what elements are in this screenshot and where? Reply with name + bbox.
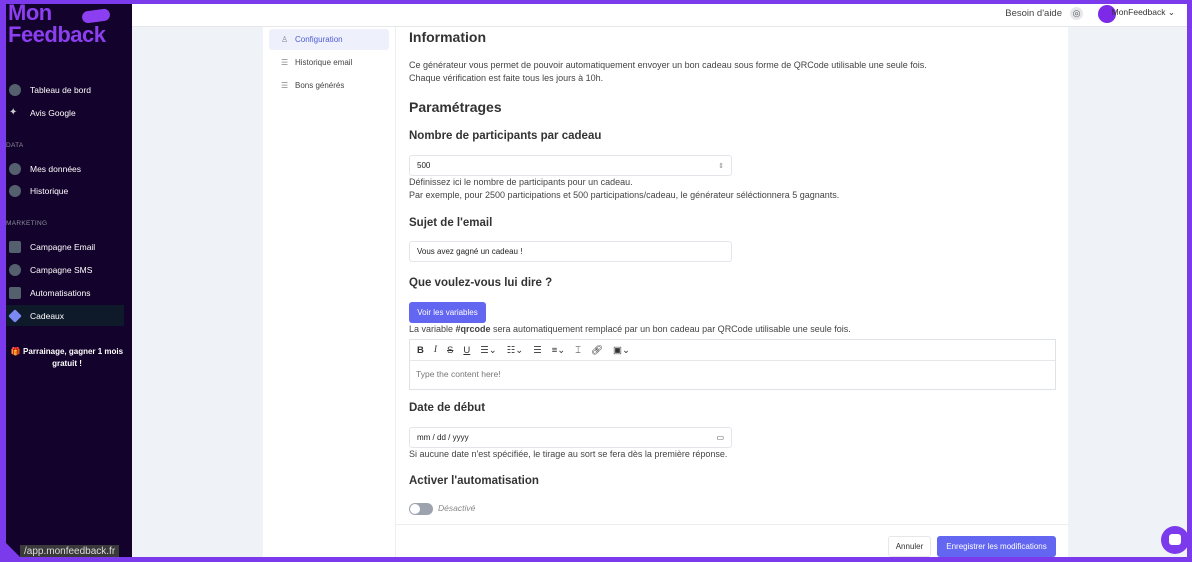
participants-input[interactable]: 500 ⇕ (409, 155, 732, 176)
save-button[interactable]: Enregistrer les modifications (937, 536, 1056, 557)
status-url: /app.monfeedback.fr (20, 545, 120, 557)
message-label: Que voulez-vous lui dire ? (409, 277, 553, 289)
dashboard-icon (9, 83, 21, 96)
bold-icon[interactable]: B (417, 345, 424, 356)
help-link[interactable]: Besoin d'aide (1005, 8, 1062, 19)
participants-label: Nombre de participants par cadeau (409, 130, 602, 142)
corner-decoration (6, 543, 20, 557)
start-date-input[interactable]: mm / dd / yyyy ▭ (409, 427, 732, 448)
date-label: Date de début (409, 402, 486, 414)
sidebar-item-campagne-email[interactable]: Campagne Email (6, 236, 124, 257)
logo-bubble-icon (81, 8, 111, 24)
strikethrough-icon[interactable]: S (447, 345, 453, 356)
underline-icon[interactable]: U (463, 345, 470, 356)
activate-label: Activer l'automatisation (409, 475, 539, 487)
settings-title: Paramétrages (409, 99, 502, 115)
section-data: DATA (6, 142, 24, 149)
toggle-state: Désactivé (438, 503, 476, 513)
sidebar-item-mes-donnees[interactable]: Mes données (6, 158, 124, 179)
tab-configuration[interactable]: ♙ Configuration (269, 29, 389, 50)
bullet-list-icon[interactable]: ☰⌄ (480, 345, 496, 356)
sms-icon (9, 263, 21, 276)
italic-icon[interactable]: I (434, 345, 437, 355)
data-icon (9, 162, 21, 175)
gift-layers-icon (8, 308, 22, 323)
sidebar-item-cadeaux[interactable]: Cadeaux (6, 305, 124, 326)
participants-help: Définissez ici le nombre de participants… (409, 177, 840, 200)
chat-button[interactable] (1161, 526, 1187, 554)
sparkle-icon: ✦ (9, 106, 18, 118)
sidebar-item-dashboard[interactable]: Tableau de bord (6, 79, 124, 100)
variable-hint: La variable #qrcode sera automatiquement… (409, 324, 851, 334)
stepper-icon[interactable]: ⇕ (718, 162, 724, 170)
list-icon: ☰ (281, 58, 289, 67)
topbar: Besoin d'aide ◎ MonFeedback ⌄ (132, 4, 1187, 27)
sidebar-item-campagne-sms[interactable]: Campagne SMS (6, 259, 124, 280)
align-icon[interactable]: ≡⌄ (552, 345, 566, 356)
link-icon[interactable]: 🔗︎ (591, 345, 603, 356)
date-help: Si aucune date n'est spécifiée, le tirag… (409, 449, 728, 459)
sidebar-item-avis-google[interactable]: ✦ Avis Google (6, 102, 124, 123)
automation-toggle[interactable] (409, 503, 433, 515)
subject-input[interactable]: Vous avez gagné un cadeau ! (409, 241, 732, 262)
list-icon: ☰ (281, 81, 289, 90)
form-footer: Annuler Enregistrer les modifications (396, 524, 1068, 557)
sidebar-item-automatisations[interactable]: Automatisations (6, 282, 124, 303)
app-window: Mon Feedback Tableau de bord ✦ Avis Google… (6, 4, 1187, 557)
numbered-list-icon[interactable]: ☷⌄ (507, 345, 523, 356)
email-icon (9, 240, 21, 253)
config-form: Information Ce générateur vous permet de… (395, 27, 1068, 557)
checklist-icon[interactable]: ☰ (533, 345, 542, 356)
cancel-button[interactable]: Annuler (888, 536, 931, 557)
tab-bons-generes[interactable]: ☰ Bons générés (269, 75, 389, 96)
info-title: Information (409, 29, 486, 45)
lifebuoy-icon[interactable]: ◎ (1070, 7, 1083, 20)
rich-text-editor: BISU ☰⌄ ☷⌄ ☰ ≡⌄ ⌶ 🔗︎ ▣⌄ Type the content her… (409, 339, 1056, 390)
referral-promo[interactable]: 🎁 Parrainage, gagner 1 mois gratuit ! (10, 346, 124, 370)
image-icon[interactable]: ▣⌄ (613, 345, 630, 356)
tab-historique-email[interactable]: ☰ Historique email (269, 52, 389, 73)
user-menu[interactable]: MonFeedback ⌄ (1112, 7, 1175, 18)
editor-toolbar: BISU ☰⌄ ☷⌄ ☰ ≡⌄ ⌶ 🔗︎ ▣⌄ (410, 340, 1055, 361)
editor-body[interactable]: Type the content here! (410, 361, 1055, 387)
sidebar: Mon Feedback Tableau de bord ✦ Avis Google… (6, 4, 132, 557)
info-text: Ce générateur vous permet de pouvoir aut… (409, 60, 927, 83)
user-icon: ♙ (281, 35, 289, 44)
page-break-icon[interactable]: ⌶ (575, 345, 581, 356)
sub-navigation: ♙ Configuration ☰ Historique email ☰ Bons g… (263, 27, 395, 557)
automation-icon (9, 286, 21, 299)
calendar-icon[interactable]: ▭ (716, 433, 724, 442)
section-marketing: MARKETING (6, 220, 48, 227)
sidebar-item-historique[interactable]: Historique (6, 180, 124, 201)
variables-button[interactable]: Voir les variables (409, 302, 486, 323)
chevron-down-icon: ⌄ (1167, 7, 1175, 17)
subject-label: Sujet de l'email (409, 217, 493, 229)
history-icon (9, 184, 21, 197)
